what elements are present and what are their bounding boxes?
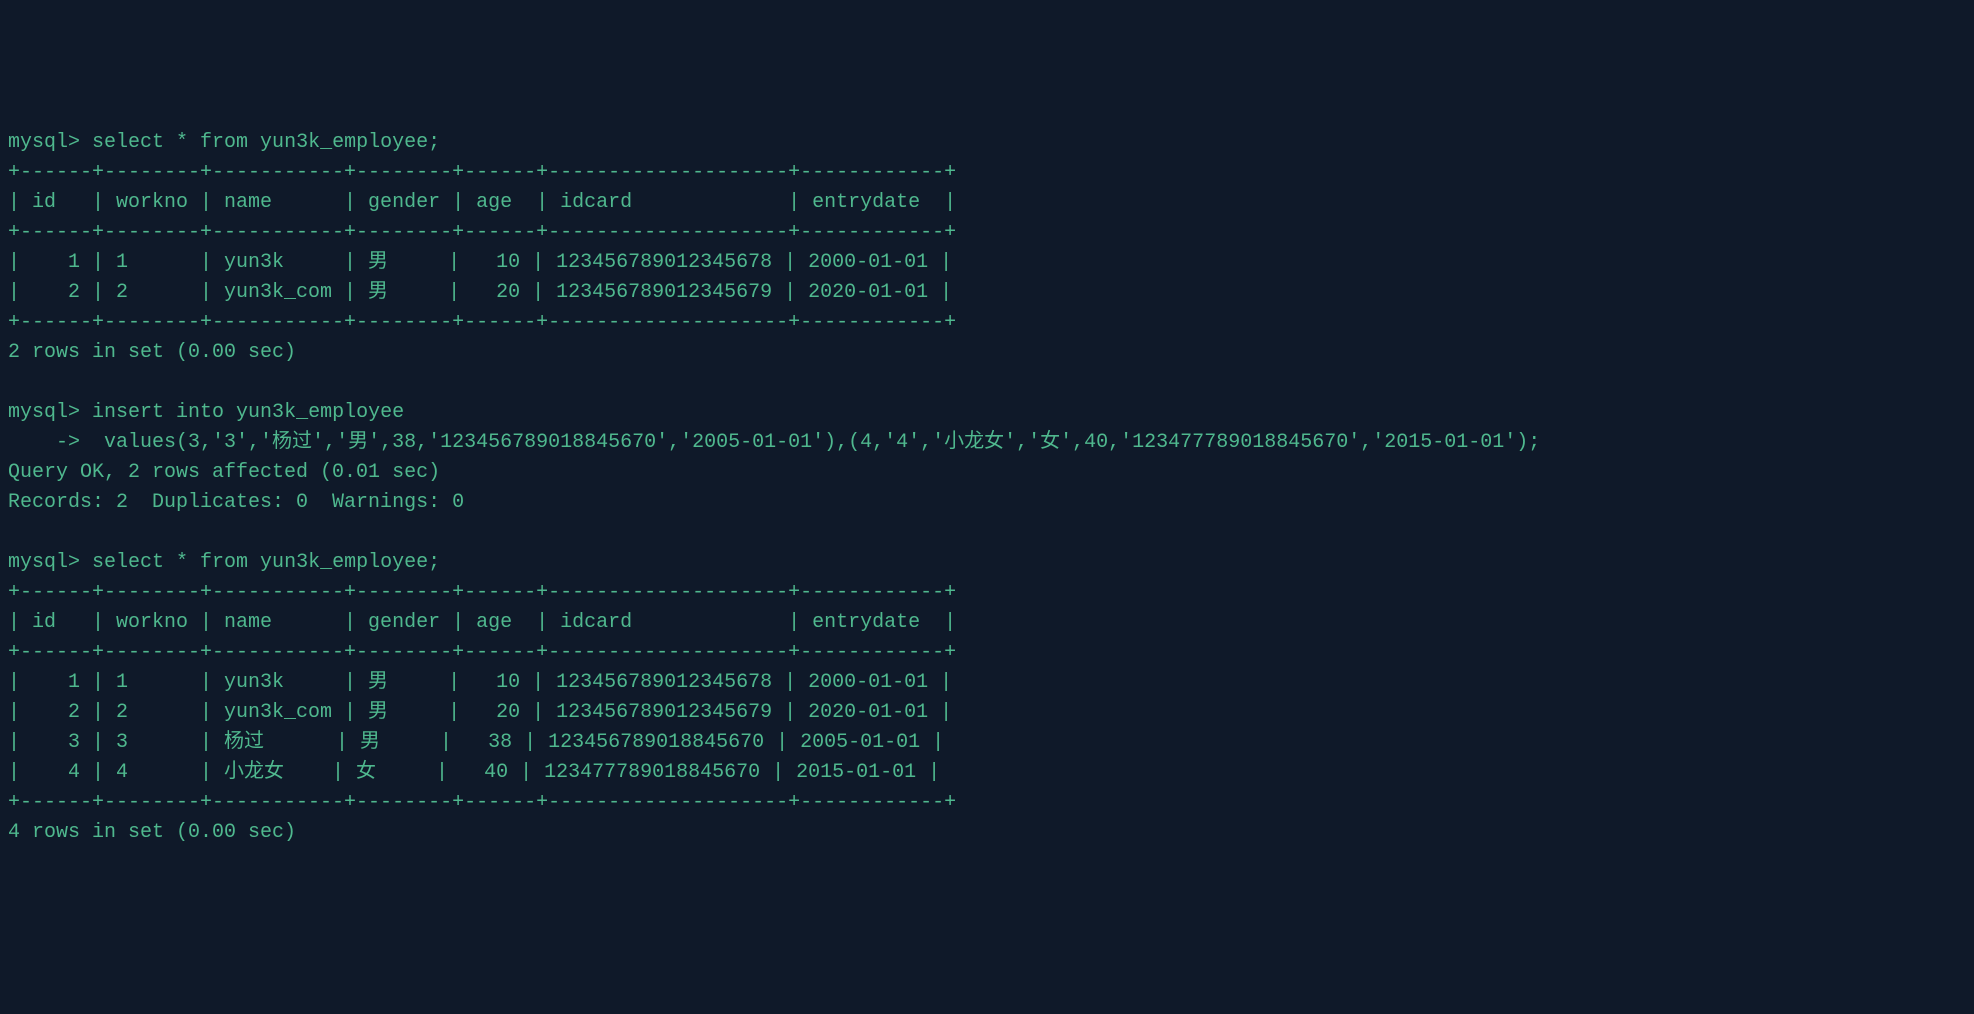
query-line: mysql> select * from yun3k_employee; (8, 548, 1966, 578)
query-continuation: -> values(3,'3','杨过','男',38,'12345678901… (8, 428, 1966, 458)
table-border: +------+--------+-----------+--------+--… (8, 788, 1966, 818)
table-row: | 2 | 2 | yun3k_com | 男 | 20 | 123456789… (8, 278, 1966, 308)
table-row: | 4 | 4 | 小龙女 | 女 | 40 | 123477789018845… (8, 758, 1966, 788)
table-row: | 2 | 2 | yun3k_com | 男 | 20 | 123456789… (8, 698, 1966, 728)
table-header: | id | workno | name | gender | age | id… (8, 608, 1966, 638)
table-row: | 3 | 3 | 杨过 | 男 | 38 | 1234567890188456… (8, 728, 1966, 758)
table-border: +------+--------+-----------+--------+--… (8, 218, 1966, 248)
table-border: +------+--------+-----------+--------+--… (8, 158, 1966, 188)
select-query: select * from yun3k_employee; (92, 551, 440, 574)
insert-query-part2: values(3,'3','杨过','男',38,'12345678901884… (92, 431, 1540, 454)
result-footer: 2 rows in set (0.00 sec) (8, 338, 1966, 368)
result-footer: 4 rows in set (0.00 sec) (8, 818, 1966, 848)
table-row: | 1 | 1 | yun3k | 男 | 10 | 1234567890123… (8, 668, 1966, 698)
query-result: Query OK, 2 rows affected (0.01 sec) (8, 458, 1966, 488)
blank-line (8, 518, 1966, 548)
query-line: mysql> insert into yun3k_employee (8, 398, 1966, 428)
table-row: | 1 | 1 | yun3k | 男 | 10 | 1234567890123… (8, 248, 1966, 278)
select-query: select * from yun3k_employee; (92, 131, 440, 154)
query-line: mysql> select * from yun3k_employee; (8, 128, 1966, 158)
insert-query-part1: insert into yun3k_employee (92, 401, 404, 424)
table-header: | id | workno | name | gender | age | id… (8, 188, 1966, 218)
table-border: +------+--------+-----------+--------+--… (8, 308, 1966, 338)
table-border: +------+--------+-----------+--------+--… (8, 638, 1966, 668)
continuation-prompt: -> (8, 431, 80, 454)
query-result: Records: 2 Duplicates: 0 Warnings: 0 (8, 488, 1966, 518)
mysql-prompt: mysql> (8, 551, 80, 574)
table-border: +------+--------+-----------+--------+--… (8, 578, 1966, 608)
mysql-terminal[interactable]: mysql> select * from yun3k_employee;+---… (8, 128, 1966, 848)
blank-line (8, 368, 1966, 398)
mysql-prompt: mysql> (8, 401, 80, 424)
mysql-prompt: mysql> (8, 131, 80, 154)
